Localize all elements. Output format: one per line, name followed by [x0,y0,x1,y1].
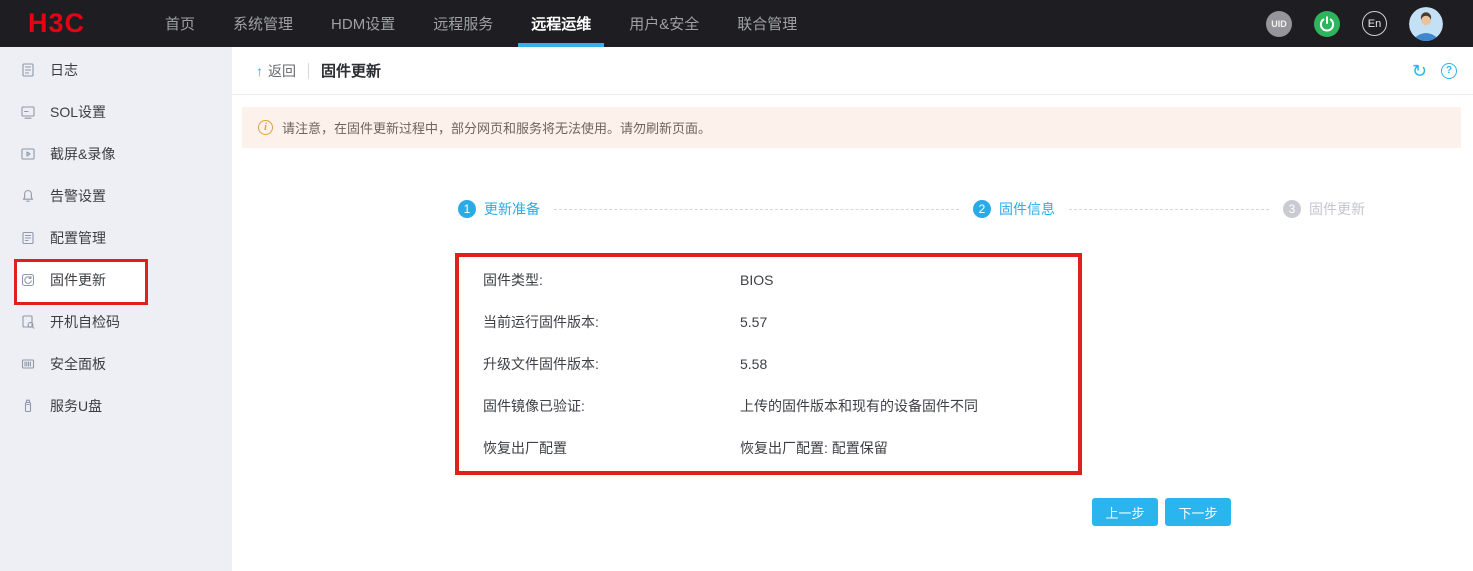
info-label: 升级文件固件版本: [483,356,599,372]
sidebar-item-label: SOL设置 [50,104,107,120]
nav-system-management[interactable]: 系统管理 [214,0,312,47]
wizard-stepper: 1 更新准备 2 固件信息 3 固件更新 [232,199,1473,219]
uid-indicator[interactable]: UID [1266,10,1292,37]
info-value: 5.57 [740,314,768,330]
nav-federated-management[interactable]: 联合管理 [718,0,816,47]
info-label: 固件镜像已验证: [483,398,585,414]
language-toggle[interactable]: En [1362,11,1387,36]
step-firmware-info: 2 固件信息 [973,199,1055,219]
info-row-factory-config: 恢复出厂配置 恢复出厂配置: 配置保留 [483,427,1078,469]
sidebar-item-label: 固件更新 [50,272,106,288]
sidebar-item-label: 服务U盘 [50,398,103,414]
service-usb-icon [20,398,36,414]
previous-step-button[interactable]: 上一步 [1092,498,1158,526]
sidebar-item-label: 日志 [50,62,78,78]
post-code-icon [20,314,36,330]
sidebar-item-sol-settings[interactable]: SOL设置 [0,91,232,133]
step-update-prepare: 1 更新准备 [458,199,540,219]
info-value: 5.58 [740,356,768,372]
info-row-current-version: 当前运行固件版本: 5.57 [483,301,1078,343]
main-content: ↑ 返回 固件更新 ↻ ? i 请注意，在固件更新过程中，部分网页和服务将无法使… [232,47,1473,571]
config-management-icon [20,230,36,246]
help-icon[interactable]: ? [1441,62,1457,79]
sidebar-item-label: 告警设置 [50,188,106,204]
sidebar-item-config-management[interactable]: 配置管理 [0,217,232,259]
nav-home[interactable]: 首页 [146,0,214,47]
step-connector [554,208,959,210]
step-label: 固件更新 [1309,201,1365,217]
alarm-settings-icon [20,188,36,204]
info-label: 恢复出厂配置 [483,440,567,456]
screen-record-icon [20,146,36,162]
sidebar-item-label: 配置管理 [50,230,106,246]
log-icon [20,62,36,78]
back-label: 返回 [268,62,296,79]
secure-panel-icon [20,356,36,372]
hdm-app-window: H3C 首页 系统管理 HDM设置 远程服务 远程运维 用户&安全 联合管理 U… [0,0,1473,571]
sidebar-item-secure-panel[interactable]: 安全面板 [0,343,232,385]
breadcrumb-divider [308,62,309,79]
h3c-logo[interactable]: H3C [28,0,146,47]
back-arrow-icon: ↑ [256,62,263,79]
nav-remote-service[interactable]: 远程服务 [414,0,512,47]
sidebar-item-service-usb[interactable]: 服务U盘 [0,385,232,427]
firmware-update-icon [20,272,36,288]
navbar-right-icons: UID En [1266,0,1443,47]
back-button[interactable]: ↑ 返回 [256,61,296,81]
info-label: 固件类型: [483,272,543,288]
refresh-icon[interactable]: ↻ [1412,62,1427,80]
top-navbar: H3C 首页 系统管理 HDM设置 远程服务 远程运维 用户&安全 联合管理 U… [0,0,1473,47]
wizard-buttons: 上一步 下一步 [1092,498,1473,526]
info-value: BIOS [740,272,774,288]
notice-text: 请注意，在固件更新过程中，部分网页和服务将无法使用。请勿刷新页面。 [282,121,712,136]
sidebar-item-screen-record[interactable]: 截屏&录像 [0,133,232,175]
step-firmware-update: 3 固件更新 [1283,199,1365,219]
next-step-button[interactable]: 下一步 [1165,498,1231,526]
sidebar-item-post-code[interactable]: 开机自检码 [0,301,232,343]
sol-settings-icon [20,104,36,120]
step-number: 1 [458,200,476,218]
sidebar-item-label: 开机自检码 [50,314,120,330]
nav-remote-ops[interactable]: 远程运维 [512,0,610,47]
page-actions: ↻ ? [1412,62,1457,80]
step-number: 3 [1283,200,1301,218]
sidebar-item-alarm-settings[interactable]: 告警设置 [0,175,232,217]
info-row-image-verified: 固件镜像已验证: 上传的固件版本和现有的设备固件不同 [483,385,1078,427]
avatar[interactable] [1409,6,1443,41]
step-label: 更新准备 [484,201,540,217]
sidebar-item-firmware-update[interactable]: 固件更新 [0,259,232,301]
sidebar: 日志 SOL设置 截屏&录像 告警设置 配置管理 固件更新 开机自检码 安全面板… [0,47,232,571]
step-connector [1069,208,1269,210]
info-row-firmware-type: 固件类型: BIOS [483,259,1078,301]
sidebar-list: 日志 SOL设置 截屏&录像 告警设置 配置管理 固件更新 开机自检码 安全面板… [0,49,232,427]
main-nav: 首页 系统管理 HDM设置 远程服务 远程运维 用户&安全 联合管理 [146,0,816,47]
notice-banner: i 请注意，在固件更新过程中，部分网页和服务将无法使用。请勿刷新页面。 [242,107,1461,148]
sidebar-item-label: 截屏&录像 [50,146,116,162]
info-row-upgrade-version: 升级文件固件版本: 5.58 [483,343,1078,385]
power-icon[interactable] [1314,10,1340,37]
page-title: 固件更新 [321,63,382,80]
info-value: 恢复出厂配置: 配置保留 [740,440,888,456]
info-icon: i [258,120,273,135]
step-number: 2 [973,200,991,218]
info-value: 上传的固件版本和现有的设备固件不同 [740,398,978,414]
step-label: 固件信息 [999,201,1055,217]
sidebar-item-log[interactable]: 日志 [0,49,232,91]
info-label: 当前运行固件版本: [483,314,599,330]
nav-hdm-settings[interactable]: HDM设置 [312,0,414,47]
firmware-info-panel-red-annotation: 固件类型: BIOS 当前运行固件版本: 5.57 升级文件固件版本: 5.58… [455,253,1082,475]
breadcrumb: ↑ 返回 固件更新 ↻ ? [232,47,1473,95]
nav-user-security[interactable]: 用户&安全 [610,0,718,47]
sidebar-item-label: 安全面板 [50,356,106,372]
